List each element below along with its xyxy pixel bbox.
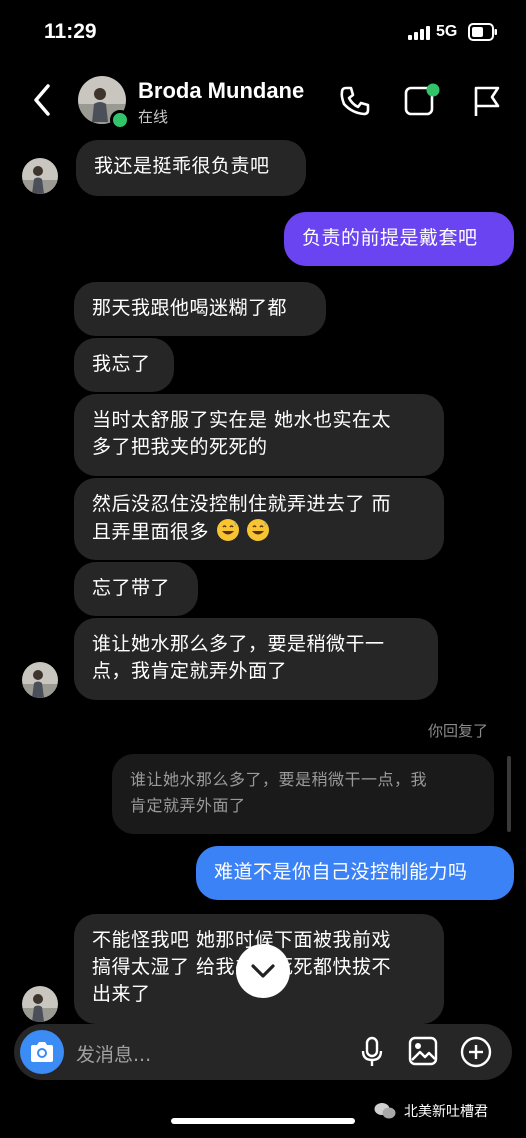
message-text-line: 且弄里面很多 [92,521,210,543]
message-text: 我还是挺乖很负责吧 [94,155,270,177]
contact-name[interactable]: Broda Mundane [138,78,304,104]
status-time: 11:29 [44,20,97,43]
chevron-down-icon [251,964,275,978]
wechat-logo-icon [374,1103,396,1119]
message-incoming[interactable]: 我忘了 [74,338,174,392]
message-incoming[interactable]: 然后没忍住没控制住就弄进去了 而 且弄里面很多 [74,478,444,560]
message-incoming[interactable]: 忘了带了 [74,562,198,616]
sender-avatar[interactable] [22,662,58,698]
microphone-icon[interactable] [360,1036,384,1068]
message-text: 难道不是你自己没控制能力吗 [214,861,468,883]
message-text: 负责的前提是戴套吧 [302,227,478,249]
message-incoming[interactable]: 那天我跟他喝迷糊了都 [74,282,326,336]
message-input[interactable]: 发消息... [76,1040,151,1067]
grinning-sweat-emoji [247,519,270,541]
video-call-icon[interactable] [404,82,442,118]
quote-bar [507,756,511,832]
phone-icon[interactable] [338,84,372,118]
message-text: 那天我跟他喝迷糊了都 [92,297,288,319]
back-icon[interactable] [28,82,56,118]
message-text-line: 谁让她水那么多了，要是稍微干一 [92,633,385,655]
message-incoming[interactable]: 当时太舒服了实在是 她水也实在太 多了把我夹的死死的 [74,394,444,476]
presence-status: 在线 [138,108,169,126]
reply-label: 你回复了 [428,722,489,740]
flag-icon[interactable] [472,84,502,118]
message-outgoing[interactable]: 负责的前提是戴套吧 [284,212,514,266]
home-indicator[interactable] [171,1118,355,1124]
sender-avatar[interactable] [22,986,58,1022]
message-text-line: 多了把我夹的死死的 [92,436,268,458]
quote-text-line: 谁让她水那么多了，要是稍微干一点，我 [130,770,428,789]
camera-button[interactable] [20,1030,64,1074]
scroll-down-button[interactable] [236,944,290,998]
message-text-line: 点，我肯定就弄外面了 [92,660,288,682]
network-type: 5G [436,23,458,40]
image-icon[interactable] [408,1036,438,1066]
quoted-message[interactable]: 谁让她水那么多了，要是稍微干一点，我 肯定就弄外面了 [112,754,494,834]
chat-header: Broda Mundane 在线 [0,62,526,138]
watermark-text: 北美新吐槽君 [404,1104,488,1120]
grinning-sweat-emoji [216,519,239,541]
online-indicator [110,110,130,130]
message-outgoing[interactable]: 难道不是你自己没控制能力吗 [196,846,514,900]
message-text: 我忘了 [92,353,151,375]
camera-icon [31,1042,53,1062]
status-bar: 11:29 5G [0,0,526,62]
message-text-line: 当时太舒服了实在是 她水也实在太 [92,409,392,431]
add-icon[interactable] [460,1036,492,1068]
message-incoming[interactable]: 谁让她水那么多了，要是稍微干一 点，我肯定就弄外面了 [74,618,438,700]
message-text-line: 然后没忍住没控制住就弄进去了 而 [92,493,392,515]
battery-icon [468,23,497,41]
message-text: 忘了带了 [92,577,171,599]
watermark: 北美新吐槽君 [374,1101,488,1121]
message-composer: 发消息... [14,1024,512,1080]
quote-text-line: 肯定就弄外面了 [130,796,246,815]
sender-avatar[interactable] [22,158,58,194]
message-incoming[interactable]: 我还是挺乖很负责吧 [76,140,306,196]
signal-icon [408,26,430,40]
